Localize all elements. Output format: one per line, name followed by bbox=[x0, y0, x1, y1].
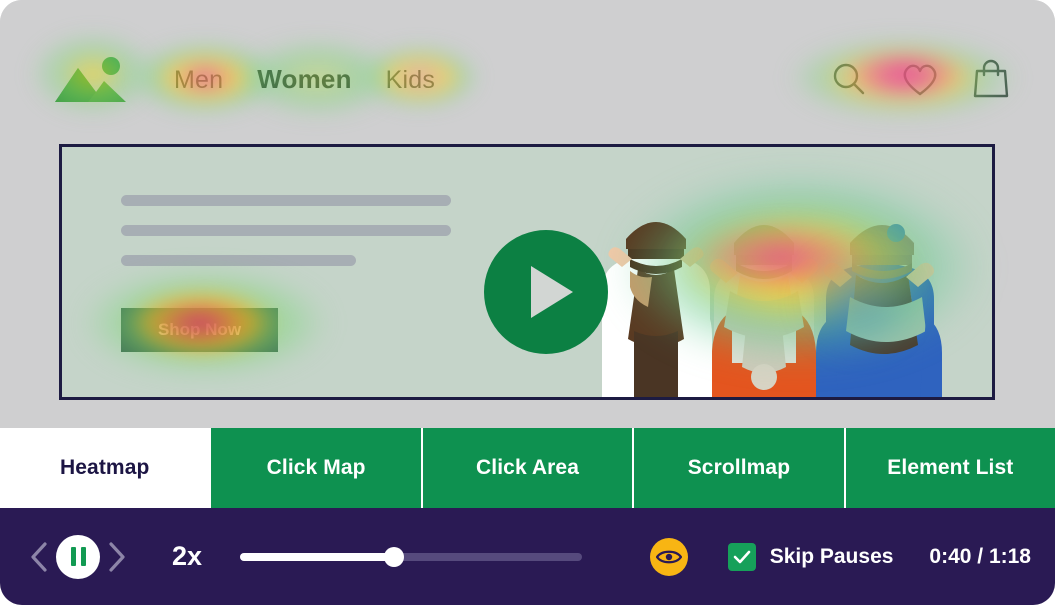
hero-text-placeholder bbox=[121, 195, 451, 285]
tab-scrollmap[interactable]: Scrollmap bbox=[632, 428, 844, 508]
pause-icon bbox=[70, 547, 76, 566]
timecode-display: 0:40 / 1:18 bbox=[929, 544, 1031, 568]
eye-icon[interactable] bbox=[649, 537, 688, 576]
hero-photo bbox=[564, 147, 992, 397]
text-skeleton-line bbox=[121, 255, 356, 266]
tab-click-map[interactable]: Click Map bbox=[209, 428, 421, 508]
mountain-logo-icon[interactable] bbox=[52, 54, 130, 104]
models-image bbox=[564, 147, 992, 397]
heart-icon[interactable] bbox=[899, 60, 941, 98]
pause-button[interactable] bbox=[56, 534, 100, 579]
nav-link-women[interactable]: Women bbox=[257, 64, 351, 95]
pause-icon bbox=[80, 547, 86, 566]
nav-icon-group bbox=[829, 58, 1011, 100]
shop-now-button[interactable]: Shop Now bbox=[121, 308, 278, 352]
tab-heatmap[interactable]: Heatmap bbox=[0, 428, 210, 508]
nav-link-kids[interactable]: Kids bbox=[386, 66, 435, 95]
text-skeleton-line bbox=[121, 195, 451, 206]
nav-link-men[interactable]: Men bbox=[174, 66, 223, 95]
text-skeleton-line bbox=[121, 225, 451, 236]
website-preview-stage: Men Women Kids Shop Now bbox=[0, 0, 1055, 428]
site-navigation-bar: Men Women Kids bbox=[0, 48, 1055, 110]
chevron-right-icon[interactable] bbox=[104, 540, 130, 574]
search-icon[interactable] bbox=[829, 59, 869, 99]
chevron-left-icon[interactable] bbox=[26, 540, 52, 574]
playback-speed-label[interactable]: 2x bbox=[172, 541, 202, 572]
skip-pauses-checkbox[interactable] bbox=[727, 542, 756, 571]
player-control-bar: 2x Skip Pauses 0:40 / 1:18 bbox=[0, 508, 1055, 605]
view-mode-tabs: Heatmap Click Map Click Area Scrollmap E… bbox=[0, 428, 1055, 508]
tab-element-list[interactable]: Element List bbox=[843, 428, 1055, 508]
slider-thumb[interactable] bbox=[383, 546, 404, 567]
nav-links: Men Women Kids bbox=[174, 64, 435, 95]
progress-slider[interactable] bbox=[240, 546, 583, 568]
slider-fill bbox=[240, 552, 394, 561]
play-button[interactable] bbox=[484, 230, 608, 354]
tab-click-area[interactable]: Click Area bbox=[420, 428, 633, 508]
heatmap-player-app: Men Women Kids Shop Now Heatmap Click Ma… bbox=[0, 0, 1055, 605]
skip-pauses-control[interactable]: Skip Pauses bbox=[727, 542, 894, 571]
skip-pauses-label: Skip Pauses bbox=[769, 544, 894, 568]
transport-controls bbox=[26, 534, 130, 579]
play-icon bbox=[531, 266, 573, 318]
shopping-bag-icon[interactable] bbox=[971, 58, 1011, 100]
